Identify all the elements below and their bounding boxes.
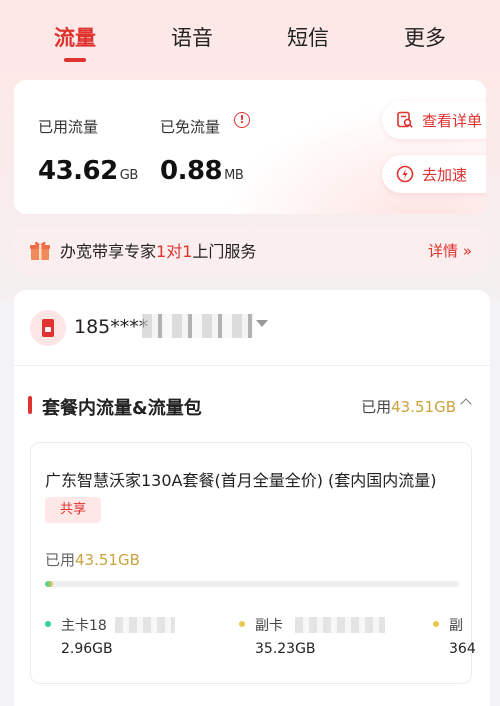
- member-value: 35.23GB: [255, 641, 316, 657]
- package-used-value: 43.51GB: [75, 551, 140, 569]
- view-details-label: 查看详单: [422, 111, 483, 130]
- free-value-number: 0.88: [160, 156, 223, 186]
- member-dot: [239, 621, 245, 627]
- package-used: 已用43.51GB: [45, 549, 140, 570]
- used-data-label: 已用流量: [38, 118, 99, 136]
- lightning-icon: [396, 165, 414, 183]
- used-value-number: 43.62: [38, 156, 118, 186]
- free-data-value: 0.88 MB: [160, 156, 244, 186]
- usage-summary-card: 已用流量 已免流量 ! 43.62 GB 0.88 MB 查看详单 去加速: [14, 80, 486, 214]
- info-icon[interactable]: !: [234, 112, 250, 128]
- phone-selector[interactable]: 185****: [14, 290, 490, 366]
- masked-number-blur: [295, 617, 385, 633]
- masked-number-blur: [115, 617, 175, 633]
- promo-detail-link[interactable]: 详情 »: [428, 240, 472, 261]
- promo-text-prefix: 办宽带享专家: [60, 242, 157, 261]
- speed-up-button[interactable]: 去加速: [382, 155, 486, 193]
- masked-number-blur: [142, 314, 254, 338]
- sim-card-icon: [30, 310, 66, 346]
- tab-sms[interactable]: 短信: [258, 22, 358, 52]
- used-data-value: 43.62 GB: [38, 156, 138, 186]
- tab-bar: 流量 语音 短信 更多: [0, 0, 500, 70]
- member-label: 副卡: [255, 618, 283, 634]
- package-section-used: 已用43.51GB: [361, 396, 456, 417]
- member-dot: [433, 621, 439, 627]
- section-used-value: 43.51GB: [391, 398, 456, 416]
- tab-active-indicator: [64, 58, 86, 62]
- promo-text-suffix: 上门服务: [192, 242, 257, 261]
- gift-icon: [30, 241, 50, 260]
- package-section-title: 套餐内流量&流量包: [42, 398, 202, 419]
- view-details-button[interactable]: 查看详单: [382, 101, 486, 139]
- member-value: 2.96GB: [61, 641, 113, 657]
- broadband-promo-banner[interactable]: 办宽带享专家1对1上门服务 详情 »: [14, 226, 486, 274]
- shared-tag: 共享: [45, 497, 101, 523]
- section-marker: [28, 396, 32, 414]
- document-search-icon: [397, 111, 413, 128]
- promo-text: 办宽带享专家1对1上门服务: [60, 238, 256, 262]
- member-label: 主卡18: [61, 618, 107, 634]
- package-name: 广东智慧沃家130A套餐(首月全量全价) (套内国内流量): [45, 471, 437, 490]
- tab-data[interactable]: 流量: [25, 22, 125, 52]
- member-dot: [45, 621, 51, 627]
- member-value: 364: [449, 641, 476, 657]
- used-value-unit: GB: [119, 168, 139, 183]
- free-data-label: 已免流量: [160, 118, 221, 136]
- package-used-prefix: 已用: [45, 551, 76, 569]
- phone-number: 185****: [74, 316, 149, 338]
- tab-more[interactable]: 更多: [375, 22, 475, 52]
- usage-progress-fill: [45, 581, 54, 587]
- tab-voice[interactable]: 语音: [142, 22, 242, 52]
- speed-up-label: 去加速: [422, 165, 468, 184]
- collapse-chevron-icon[interactable]: [460, 398, 472, 410]
- free-value-unit: MB: [224, 168, 244, 183]
- section-used-prefix: 已用: [361, 398, 392, 416]
- dropdown-caret-icon[interactable]: [256, 320, 268, 327]
- member-label: 副: [449, 618, 463, 634]
- promo-text-highlight: 1对1: [156, 242, 193, 261]
- data-usage-card: 185**** 套餐内流量&流量包 已用43.51GB 广东智慧沃家130A套餐…: [14, 290, 490, 706]
- package-detail-card: 广东智慧沃家130A套餐(首月全量全价) (套内国内流量) 共享 已用43.51…: [30, 442, 476, 684]
- usage-progress-bar: [45, 581, 459, 587]
